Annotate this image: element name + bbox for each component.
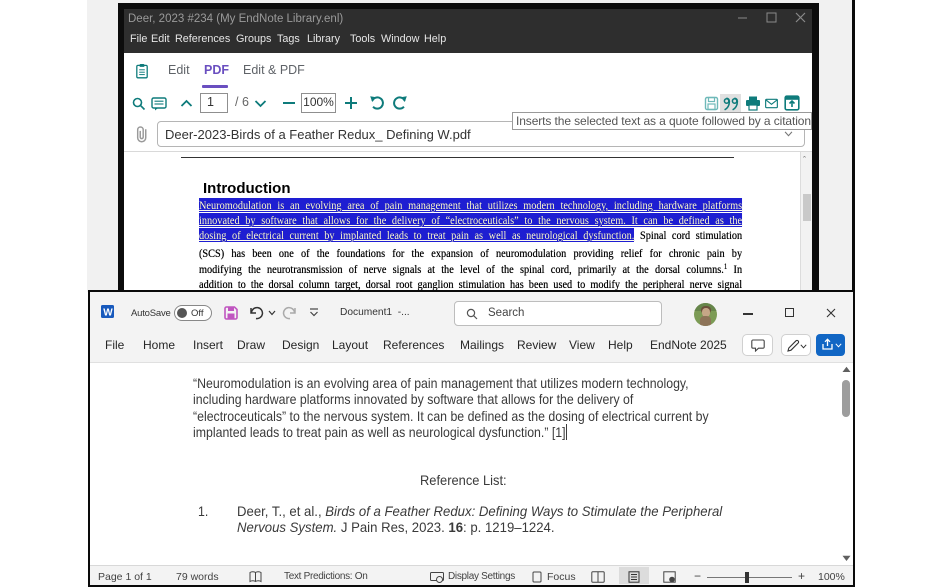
svg-text:W: W (103, 308, 113, 319)
